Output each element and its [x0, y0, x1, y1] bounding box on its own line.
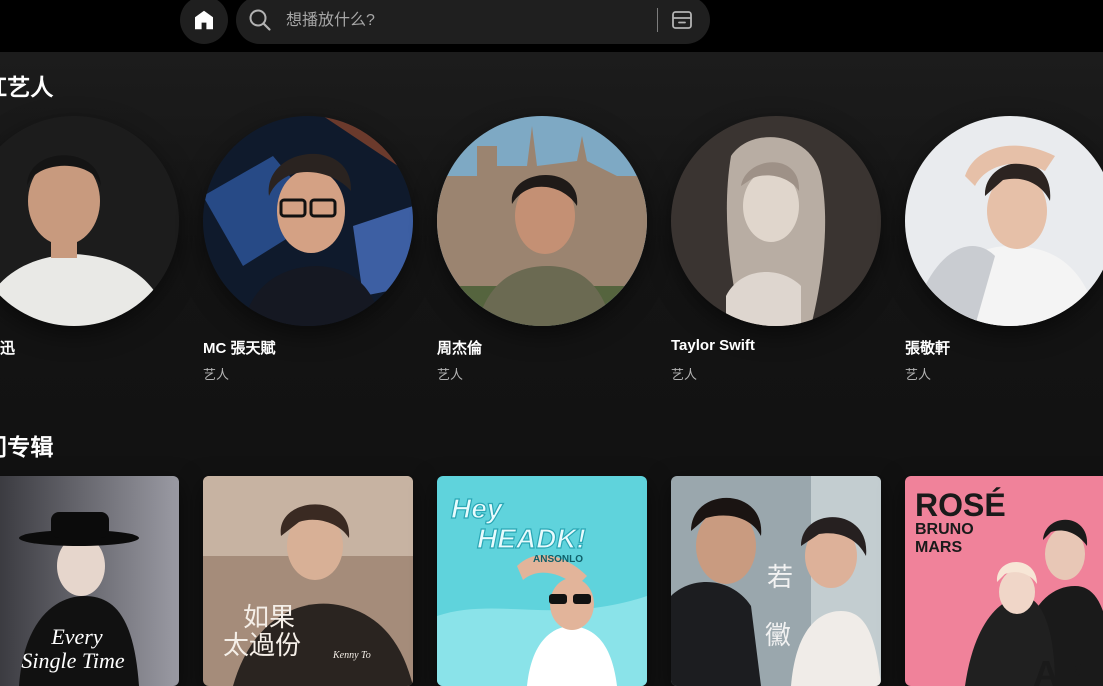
artist-image	[0, 116, 179, 326]
album-cover: Hey HEADK! ANSONLO	[437, 476, 647, 686]
album-cover-text: Single Time	[21, 648, 125, 673]
album-cover-text: 太過份	[223, 631, 301, 661]
search-input[interactable]	[284, 4, 688, 38]
album-cover-text: 黴	[765, 621, 791, 651]
search-bar[interactable]	[236, 0, 710, 44]
artist-name[interactable]: Taylor Swift	[671, 337, 755, 354]
album-cover: Every Single Time	[0, 476, 179, 686]
album-cover: ROSÉ BRUNO MARS APT	[905, 476, 1103, 686]
artist-name[interactable]: 張敬軒	[905, 337, 950, 358]
album-cover-text: 如果	[243, 603, 295, 633]
artist-type: 艺人	[905, 367, 932, 382]
artist-image	[437, 116, 647, 326]
artist-type: 艺人	[203, 367, 230, 382]
album-cover-text: HEADK!	[477, 523, 586, 554]
home-button[interactable]	[180, 0, 228, 44]
home-icon	[195, 10, 213, 30]
album-cover-text: BRUNO	[915, 521, 974, 538]
artist-image	[671, 116, 881, 326]
album-cover-text: MARS	[915, 539, 962, 556]
artist-type: 艺人	[437, 367, 464, 382]
album-cover-text: ANSONLO	[533, 554, 583, 565]
album-cover: 若 黴	[671, 476, 881, 686]
artist-image	[203, 116, 413, 326]
top-bar	[0, 0, 1103, 52]
search-divider	[657, 8, 658, 32]
album-cover-text: 若	[767, 563, 793, 593]
album-cover-text: Every	[50, 624, 103, 649]
album-cover-text: Hey	[451, 493, 504, 524]
search-icon	[249, 9, 271, 31]
artist-name[interactable]: 周杰倫	[437, 337, 482, 358]
section-title-artists[interactable]: 红艺人	[0, 68, 54, 102]
album-cover-text: APT	[1033, 653, 1103, 686]
album-cover-text: ROSÉ	[915, 487, 1006, 523]
artist-name[interactable]: MC 張天賦	[203, 337, 276, 358]
artist-image	[905, 116, 1103, 326]
artist-name[interactable]: 迅	[0, 337, 15, 358]
album-cover-text: Kenny To	[332, 650, 371, 661]
section-title-albums[interactable]: 门专辑	[0, 428, 54, 462]
browse-icon[interactable]	[670, 8, 694, 32]
main-content: 红艺人 迅	[0, 52, 1103, 686]
artist-type: 艺人	[671, 367, 698, 382]
album-cover: 如果 太過份 Kenny To	[203, 476, 413, 686]
